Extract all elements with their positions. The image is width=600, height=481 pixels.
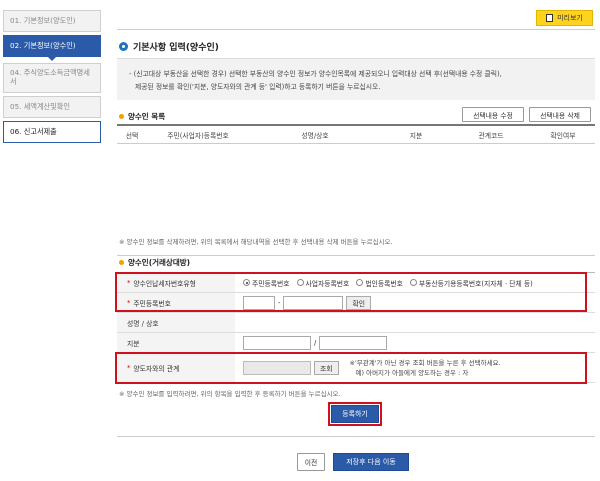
- col-confirmed: 확인여부: [550, 131, 576, 140]
- step-6[interactable]: 06. 신고서제출: [3, 121, 101, 143]
- step-4-label: 04. 주식양도소득금액명세서: [10, 68, 90, 86]
- step-4[interactable]: 04. 주식양도소득금액명세서: [3, 63, 101, 93]
- prev-button[interactable]: 이전: [297, 453, 325, 471]
- edit-selected-button[interactable]: 선택내용 수정: [462, 107, 524, 122]
- notice-box: - (신고대상 부동산을 선택한 경우) 선택한 부동산의 양수인 정보가 양수…: [117, 58, 595, 100]
- list-header-row: 선택 주민(사업자)등록번호 성명/상호 지분 관계코드 확인여부: [117, 126, 595, 144]
- name-value: [235, 313, 595, 332]
- highlight-id-section: [115, 272, 587, 312]
- share-row: 지분 /: [117, 333, 595, 353]
- notice-line-1: - (신고대상 부동산을 선택한 경우) 선택한 부동산의 양수인 정보가 양수…: [129, 70, 502, 78]
- share-slash: /: [314, 338, 317, 347]
- delete-selected-button[interactable]: 선택내용 삭제: [529, 107, 591, 122]
- bullet-circle-icon: [119, 42, 128, 51]
- section-title-text: 기본사항 입력(양수인): [133, 43, 219, 53]
- col-id-number: 주민(사업자)등록번호: [167, 131, 229, 140]
- col-name: 성명/상호: [301, 131, 329, 140]
- main-content: 미리보기 기본사항 입력(양수인) - (신고대상 부동산을 선택한 경우) 선…: [115, 0, 595, 481]
- step-2[interactable]: 02. 기본정보(양수인): [3, 35, 101, 61]
- share-denominator-input[interactable]: [319, 335, 388, 350]
- step-5[interactable]: 05. 세액계산및확인: [3, 96, 101, 118]
- highlight-relation-section: [115, 352, 587, 384]
- highlight-register-button: [328, 402, 382, 426]
- bottom-divider: [117, 436, 595, 437]
- col-relation-code: 관계코드: [478, 131, 504, 140]
- list-title: 양수인 목록: [119, 111, 165, 122]
- step-sidebar: 01. 기본정보(양도인) 02. 기본정보(양수인) 04. 주식양도소득금액…: [3, 10, 101, 146]
- step-1-label: 01. 기본정보(양도인): [10, 15, 76, 25]
- share-inputs: /: [235, 333, 595, 352]
- step-5-label: 05. 세액계산및확인: [10, 101, 71, 111]
- preview-label: 미리보기: [557, 14, 583, 22]
- notice-line-2: 제공된 정보를 확인('지분, 양도자와의 관계 등' 입력)하고 등록하기 버…: [135, 83, 381, 91]
- preview-button[interactable]: 미리보기: [536, 10, 593, 26]
- col-share: 지분: [409, 131, 423, 140]
- document-icon: [546, 14, 554, 22]
- save-next-button[interactable]: 저장후 다음 이동: [333, 453, 409, 471]
- step-1[interactable]: 01. 기본정보(양도인): [3, 10, 101, 32]
- list-title-text: 양수인 목록: [128, 112, 166, 121]
- step-6-label: 06. 신고서제출: [10, 126, 57, 136]
- form-title: 양수인(거래상대방): [119, 257, 190, 268]
- top-divider: [117, 29, 595, 30]
- share-numerator-input[interactable]: [243, 335, 311, 350]
- delete-hint: ※ 양수인 정보를 삭제하려면, 위의 목록에서 해당내역을 선택한 후 선택내…: [119, 238, 393, 246]
- form-title-text: 양수인(거래상대방): [128, 258, 191, 267]
- register-hint: ※ 양수인 정보를 입력하려면, 위의 항목을 입력한 후 등록하기 버튼을 누…: [119, 390, 341, 398]
- bullet-dot-icon: [119, 260, 124, 265]
- name-label: 성명 / 상호: [117, 313, 235, 332]
- share-label: 지분: [117, 333, 235, 352]
- step-2-label: 02. 기본정보(양수인): [10, 40, 76, 50]
- bullet-dot-icon: [119, 114, 124, 119]
- name-row: 성명 / 상호: [117, 313, 595, 333]
- section-title: 기본사항 입력(양수인): [119, 40, 219, 53]
- col-select: 선택: [125, 131, 139, 140]
